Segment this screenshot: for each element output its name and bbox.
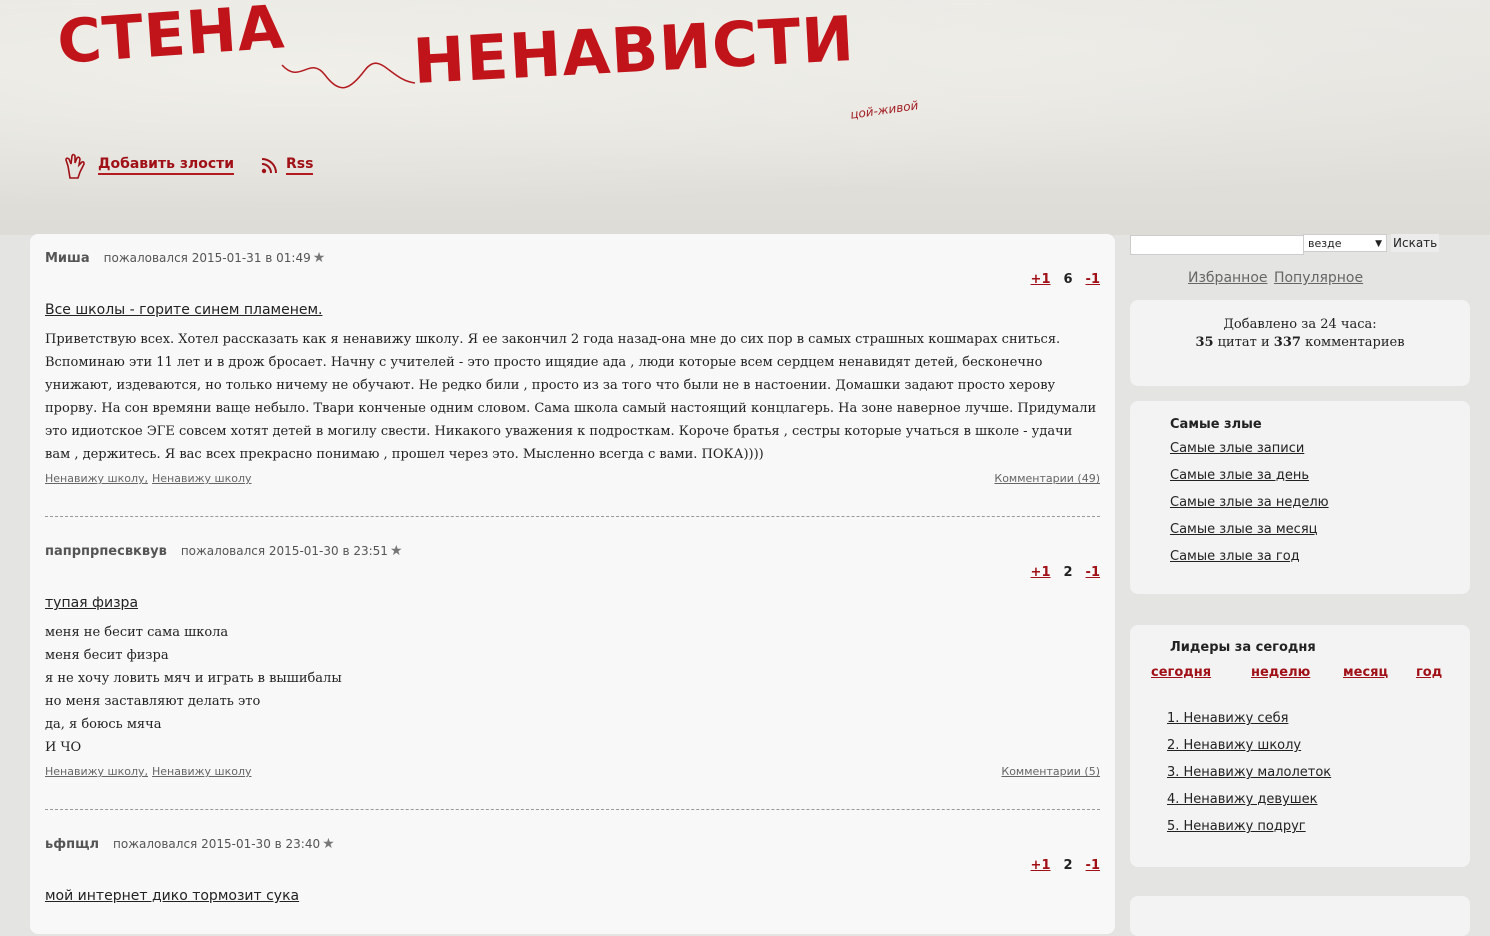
vote-up-button[interactable]: +1 [1031, 858, 1051, 873]
site-header: СТЕНА НЕНАВИСТИ цой-живой Добавить злост… [0, 0, 1490, 235]
stats-quotes-count: 35 [1195, 335, 1214, 350]
vote-controls: +1 2 -1 [1031, 858, 1100, 873]
dropdown-arrow-icon: ▼ [1375, 239, 1382, 249]
tab-year[interactable]: год [1416, 665, 1442, 680]
stats-heading: Добавлено за 24 часа: [1223, 317, 1377, 332]
post-title[interactable]: мой интернет дико тормозит сука [45, 888, 299, 904]
most-evil-title: Самые злые [1170, 417, 1262, 432]
post-author[interactable]: Миша [45, 251, 90, 266]
stats-box: Добавлено за 24 часа: 35 цитат и 337 ком… [1130, 300, 1470, 386]
tab-today[interactable]: сегодня [1151, 665, 1211, 680]
vote-score: 2 [1063, 858, 1073, 873]
sidebar-box-partial [1130, 896, 1470, 936]
post-tags: Ненавижу школу, Ненавижу школу [45, 765, 256, 778]
post-date: пожаловался 2015-01-30 в 23:40 [113, 837, 321, 851]
posts-panel: Миша пожаловался 2015-01-31 в 01:49 ★ +1… [30, 234, 1115, 934]
vote-down-button[interactable]: -1 [1086, 858, 1100, 873]
post-text: Приветствую всех. Хотел рассказать как я… [45, 332, 1097, 462]
post-date: пожаловался 2015-01-31 в 01:49 [103, 251, 311, 265]
most-evil-box: Самые злые Самые злые записи Самые злые … [1130, 401, 1470, 594]
tag-link[interactable]: Ненавижу школу [152, 472, 252, 485]
star-icon[interactable]: ★ [322, 836, 335, 852]
search-scope-select[interactable]: везде ▼ [1303, 234, 1387, 252]
post-date: пожаловался 2015-01-30 в 23:51 [180, 544, 388, 558]
search-scope-value: везде [1308, 237, 1342, 250]
fav-popular-links: Избранное Популярное [1188, 270, 1365, 286]
vote-controls: +1 2 -1 [1031, 565, 1100, 580]
tag-link[interactable]: Ненавижу школу, [45, 765, 148, 778]
comments-link[interactable]: Комментарии (49) [994, 472, 1100, 485]
leader-item[interactable]: 2. Ненавижу школу [1167, 738, 1301, 753]
post-tags: Ненавижу школу, Ненавижу школу [45, 472, 256, 485]
most-evil-link[interactable]: Самые злые за год [1170, 549, 1300, 564]
logo-tagline: цой-живой [849, 98, 920, 122]
popular-link[interactable]: Популярное [1274, 270, 1363, 286]
post-item: Миша пожаловался 2015-01-31 в 01:49 ★ +1… [45, 248, 1100, 517]
tag-link[interactable]: Ненавижу школу, [45, 472, 148, 485]
favorites-link[interactable]: Избранное [1188, 270, 1268, 286]
leader-item[interactable]: 5. Ненавижу подруг [1167, 819, 1306, 834]
post-meta: Миша пожаловался 2015-01-31 в 01:49 ★ [45, 248, 1100, 268]
star-icon[interactable]: ★ [390, 543, 403, 559]
rss-link[interactable]: Rss [286, 156, 314, 175]
vote-controls: +1 6 -1 [1031, 272, 1100, 287]
tag-link[interactable]: Ненавижу школу [152, 765, 252, 778]
post-line: но меня заставляют делать это [45, 694, 261, 709]
logo-word-hate[interactable]: НЕНАВИСТИ [411, 2, 856, 98]
search-button[interactable]: Искать [1391, 234, 1440, 252]
leader-item[interactable]: 4. Ненавижу девушек [1167, 792, 1318, 807]
stats-quotes-label: цитат и [1217, 335, 1270, 350]
add-anger-link[interactable]: Добавить злости [98, 156, 235, 175]
most-evil-link[interactable]: Самые злые за неделю [1170, 495, 1329, 510]
post-line: да, я боюсь мяча [45, 717, 162, 732]
leaders-box: Лидеры за сегодня сегодня неделю месяц г… [1130, 625, 1470, 867]
vote-up-button[interactable]: +1 [1031, 565, 1051, 580]
most-evil-link[interactable]: Самые злые за месяц [1170, 522, 1318, 537]
post-author[interactable]: ьфпщл [45, 837, 99, 852]
stats-comments-label: комментариев [1305, 335, 1405, 350]
tab-week[interactable]: неделю [1251, 665, 1310, 680]
star-icon[interactable]: ★ [313, 250, 326, 266]
leaders-title: Лидеры за сегодня [1170, 640, 1316, 655]
comments-link[interactable]: Комментарии (5) [1001, 765, 1100, 778]
post-meta: ьфпщл пожаловался 2015-01-30 в 23:40 ★ [45, 834, 1100, 854]
post-item: папрпрпесвквув пожаловался 2015-01-30 в … [45, 541, 1100, 821]
post-title[interactable]: тупая физра [45, 595, 138, 611]
rss-icon [261, 158, 277, 174]
post-body: меня не бесит сама школа меня бесит физр… [45, 621, 1100, 759]
vote-up-button[interactable]: +1 [1031, 272, 1051, 287]
most-evil-link[interactable]: Самые злые за день [1170, 468, 1309, 483]
logo-word-wall[interactable]: СТЕНА [55, 0, 287, 78]
leader-item[interactable]: 1. Ненавижу себя [1167, 711, 1288, 726]
post-body: Приветствую всех. Хотел рассказать как я… [45, 328, 1100, 466]
vote-down-button[interactable]: -1 [1086, 272, 1100, 287]
post-line: И ЧО [45, 740, 82, 755]
post-title[interactable]: Все школы - горите синем пламенем. [45, 302, 322, 318]
post-divider [45, 516, 1100, 517]
post-item: ьфпщл пожаловался 2015-01-30 в 23:40 ★ +… [45, 834, 1100, 914]
search-input[interactable] [1130, 235, 1304, 255]
most-evil-link[interactable]: Самые злые записи [1170, 441, 1304, 456]
stats-line: 35 цитат и 337 комментариев [1130, 334, 1470, 352]
post-line: меня не бесит сама школа [45, 625, 229, 640]
post-meta: папрпрпесвквув пожаловался 2015-01-30 в … [45, 541, 1100, 561]
hand-icon [65, 153, 85, 179]
logo-squiggle-decoration [281, 62, 416, 89]
stats-comments-count: 337 [1273, 335, 1301, 350]
post-line: меня бесит физра [45, 648, 169, 663]
leader-item[interactable]: 3. Ненавижу малолеток [1167, 765, 1331, 780]
vote-down-button[interactable]: -1 [1086, 565, 1100, 580]
post-line: я не хочу ловить мяч и играть в вышибалы [45, 671, 342, 686]
post-author[interactable]: папрпрпесвквув [45, 544, 167, 559]
tab-month[interactable]: месяц [1343, 665, 1388, 680]
vote-score: 2 [1063, 565, 1073, 580]
post-divider [45, 809, 1100, 810]
vote-score: 6 [1063, 272, 1073, 287]
